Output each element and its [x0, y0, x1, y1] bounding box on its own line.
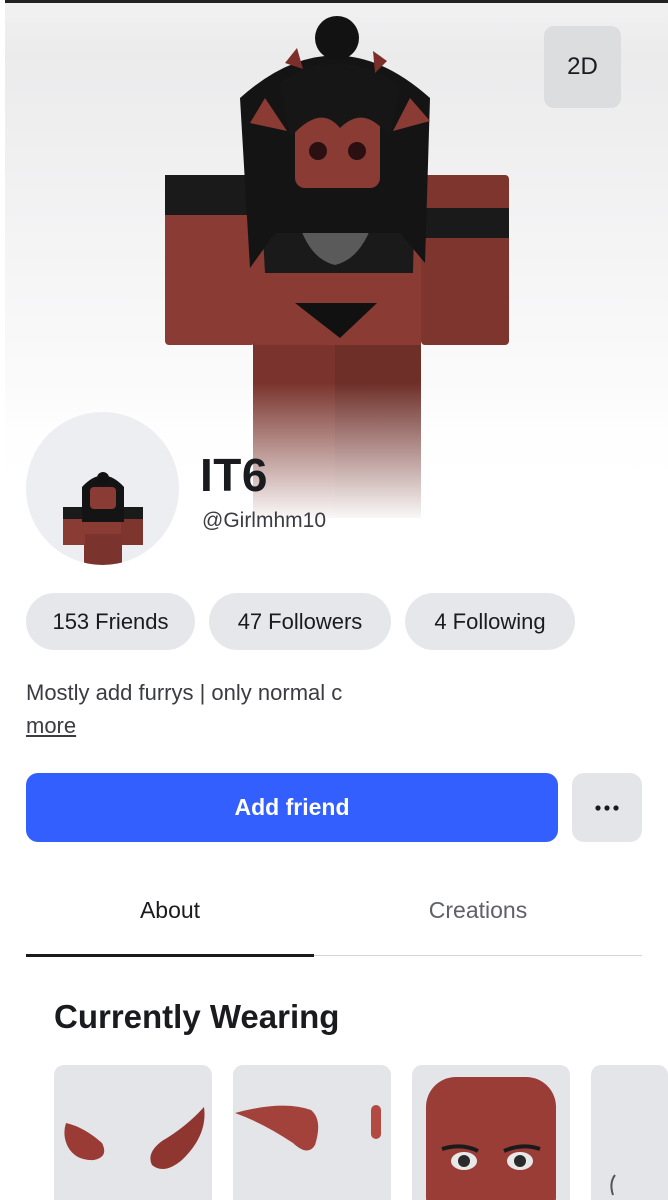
avatar-thumbnail-figure	[63, 472, 143, 565]
bio-more-link[interactable]: more	[26, 713, 76, 739]
followers-count: 47	[237, 608, 263, 634]
horns-icon	[64, 1107, 205, 1169]
currently-wearing-title: Currently Wearing	[54, 998, 340, 1035]
followers-label: Followers	[268, 608, 363, 634]
wearing-item-ears[interactable]	[233, 1065, 391, 1200]
following-count-pill[interactable]: 4 Following	[405, 593, 575, 650]
friends-count: 153	[52, 608, 90, 634]
following-count: 4	[434, 608, 447, 634]
friends-label: Friends	[95, 608, 169, 634]
elf-ears-icon	[235, 1105, 381, 1151]
bio-text: Mostly add furrys | only normal c	[26, 680, 343, 705]
ellipsis-icon	[595, 804, 619, 811]
avatar-thumbnail[interactable]	[26, 412, 179, 565]
wearing-item-face[interactable]	[412, 1065, 570, 1200]
friends-count-pill[interactable]: 153 Friends	[26, 593, 195, 650]
toggle-2d-button[interactable]: 2D	[544, 26, 621, 108]
display-name: IT6	[200, 449, 268, 501]
wearing-item-accessory[interactable]	[591, 1065, 668, 1200]
face-head-icon	[426, 1077, 556, 1200]
username: @Girlmhm10	[202, 509, 327, 532]
tab-active-indicator	[26, 954, 314, 957]
add-friend-button[interactable]: Add friend	[26, 773, 558, 842]
following-label: Following	[452, 608, 546, 634]
wearing-item-horns[interactable]	[54, 1065, 212, 1200]
more-options-button[interactable]	[572, 773, 642, 842]
followers-count-pill[interactable]: 47 Followers	[209, 593, 391, 650]
accessory-icon	[610, 1174, 616, 1196]
tab-creations[interactable]: Creations	[334, 888, 622, 932]
tab-about[interactable]: About	[26, 888, 314, 932]
